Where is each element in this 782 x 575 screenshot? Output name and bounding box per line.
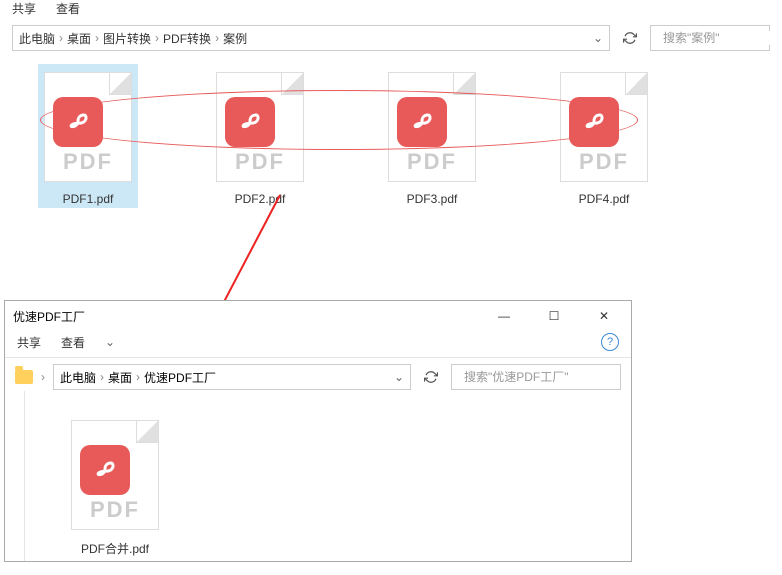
chevron-right-icon: › [215,31,219,45]
refresh-button[interactable] [419,365,443,389]
pdf-file-icon: PDF [44,72,132,182]
sidebar [5,391,25,561]
minimize-button[interactable]: — [485,303,523,329]
chevron-right-icon: › [136,370,140,384]
file-item[interactable]: PDF PDF合并.pdf [65,412,165,559]
chevron-right-icon: › [95,31,99,45]
menu-share[interactable]: 共享 [12,0,36,17]
maximize-button[interactable]: ☐ [535,303,573,329]
menu-share[interactable]: 共享 [17,334,41,351]
file-label: PDF4.pdf [573,190,636,208]
chevron-down-icon[interactable]: ⌄ [593,31,603,45]
close-button[interactable]: ✕ [585,303,623,329]
file-label: PDF2.pdf [229,190,292,208]
pdf-file-icon: PDF [388,72,476,182]
pdf-file-icon: PDF [560,72,648,182]
crumb-item[interactable]: 优速PDF工厂 [144,369,216,386]
file-label: PDF1.pdf [57,190,120,208]
crumb-item[interactable]: 此电脑 [60,369,96,386]
window-title: 优速PDF工厂 [13,308,85,325]
chevron-right-icon: › [100,370,104,384]
file-item[interactable]: PDF PDF3.pdf [382,64,482,208]
chevron-right-icon: › [59,31,63,45]
crumb-item[interactable]: 桌面 [108,369,132,386]
menu-view[interactable]: 查看 [56,0,80,17]
chevron-right-icon: › [41,370,45,384]
search-field[interactable] [663,31,782,45]
file-label: PDF合并.pdf [75,538,155,559]
pdf-file-icon: PDF [71,420,159,530]
file-item[interactable]: PDF PDF1.pdf [38,64,138,208]
file-item[interactable]: PDF PDF2.pdf [210,64,310,208]
breadcrumb[interactable]: 此电脑 › 桌面 › 优速PDF工厂 ⌄ [53,364,411,390]
chevron-down-icon[interactable]: ⌄ [394,370,404,384]
file-label: PDF3.pdf [401,190,464,208]
chevron-right-icon: › [155,31,159,45]
file-item[interactable]: PDF PDF4.pdf [554,64,654,208]
menu-view[interactable]: 查看 [61,334,85,351]
help-icon[interactable]: ? [601,333,619,351]
pdf-file-icon: PDF [216,72,304,182]
search-input[interactable] [451,364,621,390]
search-field[interactable] [464,370,619,384]
folder-icon [15,370,33,384]
window: 优速PDF工厂 — ☐ ✕ 共享 查看 ⌄ ? › 此电脑 › 桌面 › 优速P… [4,300,632,562]
chevron-down-icon[interactable]: ⌄ [105,335,115,349]
